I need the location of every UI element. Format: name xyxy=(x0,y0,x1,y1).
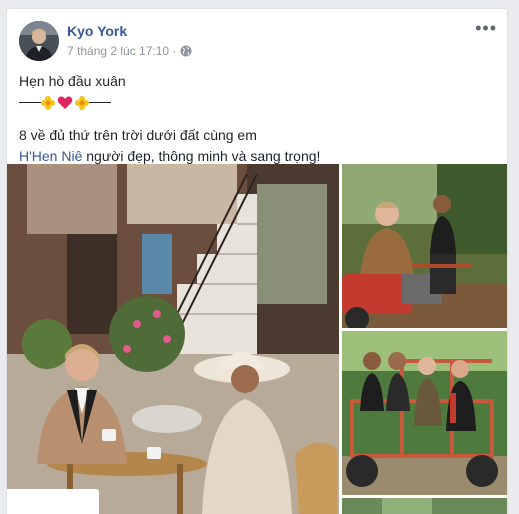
more-options-button[interactable]: ••• xyxy=(475,19,497,37)
post-text: Hẹn hò đầu xuân 8 về đủ thứ trên trời dư… xyxy=(19,71,489,167)
photo-grid xyxy=(7,164,507,514)
grid-photo-1[interactable] xyxy=(342,164,507,328)
flower-emoji-icon xyxy=(75,95,89,110)
globe-icon[interactable] xyxy=(180,45,192,57)
post-line-1: 8 về đủ thứ trên trời dưới đất cùng em xyxy=(19,127,257,143)
post-meta: 7 tháng 2 lúc 17:10 · xyxy=(67,44,192,58)
emoji-divider xyxy=(19,92,489,113)
author-name[interactable]: Kyo York xyxy=(67,23,127,39)
grid-photo-2[interactable] xyxy=(342,331,507,495)
red-heart-emoji-icon xyxy=(57,96,73,109)
author-avatar[interactable] xyxy=(19,21,59,61)
post-title: Hẹn hò đầu xuân xyxy=(19,73,126,89)
divider-line xyxy=(19,102,41,103)
photo-overlay-box xyxy=(7,489,99,514)
flower-emoji-icon xyxy=(41,95,55,110)
post-timestamp[interactable]: 7 tháng 2 lúc 17:10 · xyxy=(67,44,176,58)
mention-link[interactable]: H'Hen Niê xyxy=(19,148,82,164)
grid-photo-3[interactable] xyxy=(342,498,507,514)
main-photo[interactable] xyxy=(7,164,339,514)
post-card: Kyo York 7 tháng 2 lúc 17:10 · ••• Hẹn h… xyxy=(6,8,508,514)
divider-line xyxy=(89,102,111,103)
post-line-2-rest: người đẹp, thông minh và sang trọng! xyxy=(82,148,321,164)
